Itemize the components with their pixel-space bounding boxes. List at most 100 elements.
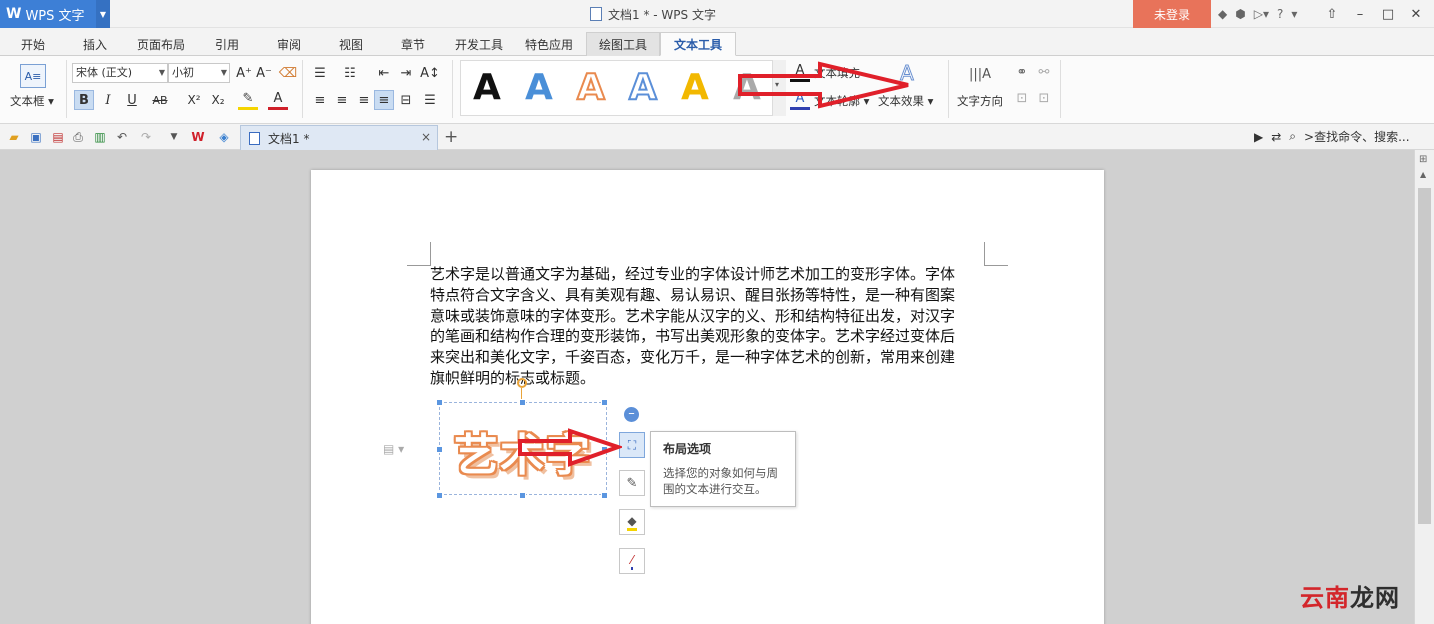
resize-handle[interactable]: [601, 399, 608, 406]
resize-handle[interactable]: [436, 492, 443, 499]
strikethrough-button[interactable]: AB: [150, 90, 170, 110]
skin-icon[interactable]: ◆: [1218, 7, 1227, 21]
style-blue[interactable]: A: [525, 67, 553, 108]
next-textbox-icon[interactable]: ⊡: [1034, 88, 1054, 108]
shrink-font-icon[interactable]: A⁻: [254, 63, 274, 83]
tab-start[interactable]: 开始: [8, 32, 58, 56]
share-icon[interactable]: ▷▾: [1254, 7, 1269, 21]
chevron-down-icon[interactable]: ▾: [1291, 7, 1297, 21]
tab-page-layout[interactable]: 页面布局: [132, 32, 190, 56]
layout-options-tooltip: 布局选项 选择您的对象如何与周围的文本进行交互。: [650, 431, 796, 507]
vertical-scrollbar[interactable]: ⊞ ▲: [1414, 150, 1434, 624]
increase-indent-icon[interactable]: ⇥: [396, 63, 416, 83]
underline-button[interactable]: U: [122, 90, 142, 110]
undo-icon[interactable]: ↶: [114, 129, 130, 145]
close-button[interactable]: ✕: [1402, 7, 1430, 22]
close-icon[interactable]: ×: [421, 130, 431, 144]
settings-hex-icon[interactable]: ⬢: [1235, 7, 1245, 21]
tab-section[interactable]: 章节: [388, 32, 438, 56]
document-tab[interactable]: 文档1 * ×: [240, 125, 438, 150]
tab-text-tools[interactable]: 文本工具: [660, 32, 736, 56]
align-left-icon[interactable]: ≡: [310, 90, 330, 110]
collapse-toolbar-button[interactable]: –: [624, 407, 639, 422]
bold-button[interactable]: B: [74, 90, 94, 110]
font-color-icon[interactable]: A: [268, 90, 288, 110]
export-pdf-icon[interactable]: ▤: [50, 129, 66, 145]
resize-handle[interactable]: [519, 492, 526, 499]
style-blue-outline[interactable]: A: [628, 66, 658, 109]
link-textbox-icon[interactable]: ⚭: [1012, 62, 1032, 82]
numbered-list-icon[interactable]: ☷: [340, 63, 360, 83]
command-search[interactable]: ▶ ⇄ ⌕ >查找命令、搜索...: [1254, 128, 1410, 145]
textbox-button[interactable]: 文本框 ▾: [10, 93, 54, 109]
scrollbar-thumb[interactable]: [1418, 188, 1431, 524]
text-direction-icon[interactable]: |||A: [966, 62, 994, 86]
resize-handle[interactable]: [519, 399, 526, 406]
translate-icon[interactable]: ⇄: [1271, 130, 1281, 144]
change-case-icon[interactable]: A↕: [420, 63, 440, 83]
italic-button[interactable]: I: [98, 90, 118, 110]
resize-handle[interactable]: [601, 492, 608, 499]
superscript-button[interactable]: X²: [184, 90, 204, 110]
tab-featured[interactable]: 特色应用: [518, 32, 580, 56]
chevron-down-icon[interactable]: ▼: [166, 129, 182, 145]
align-center-icon[interactable]: ≡: [332, 90, 352, 110]
line-spacing-icon[interactable]: ☰: [420, 90, 440, 110]
document-page[interactable]: 艺术字是以普通文字为基础，经过专业的字体设计师艺术加工的变形字体。字体 特点符合…: [311, 170, 1104, 624]
distribute-icon[interactable]: ⊟: [396, 90, 416, 110]
minimize-button[interactable]: –: [1346, 7, 1374, 22]
print-preview-icon[interactable]: ▥: [92, 129, 108, 145]
resize-handle[interactable]: [436, 446, 443, 453]
decrease-indent-icon[interactable]: ⇤: [374, 63, 394, 83]
unlink-textbox-icon[interactable]: ⚯: [1034, 62, 1054, 82]
redo-icon[interactable]: ↷: [138, 129, 154, 145]
text-direction-button[interactable]: 文字方向: [957, 93, 1003, 109]
clear-format-icon[interactable]: ⌫: [278, 63, 298, 83]
fill-button[interactable]: ◆: [619, 509, 645, 535]
maximize-button[interactable]: □: [1374, 7, 1402, 22]
scroll-up-icon[interactable]: ▲: [1420, 170, 1426, 179]
tab-drawing-tools[interactable]: 绘图工具: [586, 32, 660, 56]
save-icon[interactable]: ▣: [28, 129, 44, 145]
present-icon[interactable]: ▶: [1254, 130, 1263, 144]
tab-developer[interactable]: 开发工具: [450, 32, 508, 56]
wps-home-icon[interactable]: W: [190, 129, 206, 145]
tab-view[interactable]: 视图: [326, 32, 376, 56]
document-outline-icon[interactable]: ▤ ▾: [383, 442, 404, 456]
font-name-select[interactable]: 宋体 (正文) ▼: [72, 63, 168, 83]
textbox-icon[interactable]: A≡: [20, 64, 46, 88]
grow-font-icon[interactable]: A⁺: [234, 63, 254, 83]
tab-reference[interactable]: 引用: [202, 32, 252, 56]
separator: [302, 60, 303, 118]
style-black[interactable]: A: [473, 67, 501, 108]
login-button[interactable]: 未登录: [1133, 0, 1211, 28]
align-justify-icon[interactable]: ≡: [374, 90, 394, 110]
new-tab-button[interactable]: +: [444, 127, 458, 147]
search-input[interactable]: >查找命令、搜索...: [1304, 128, 1410, 145]
style-orange-outline[interactable]: A: [576, 66, 606, 109]
subscript-button[interactable]: X₂: [208, 90, 228, 110]
style-yellow[interactable]: A: [681, 67, 709, 108]
resize-handle[interactable]: [436, 399, 443, 406]
bullet-list-icon[interactable]: ☰: [310, 63, 330, 83]
font-size-select[interactable]: 小初 ▼: [168, 63, 230, 83]
help-button[interactable]: ?: [1277, 7, 1283, 21]
app-name: WPS 文字: [25, 8, 85, 24]
tab-insert[interactable]: 插入: [70, 32, 120, 56]
edit-shape-button[interactable]: ✎: [619, 470, 645, 496]
cloud-box-icon[interactable]: ◈: [216, 129, 232, 145]
outline-button[interactable]: ⁄: [619, 548, 645, 574]
align-right-icon[interactable]: ≡: [354, 90, 374, 110]
highlight-icon[interactable]: ✎: [238, 90, 258, 110]
rotate-handle[interactable]: [517, 378, 527, 388]
chevron-down-icon[interactable]: ▼: [96, 0, 110, 28]
split-view-icon[interactable]: ⊞: [1419, 154, 1427, 165]
wps-app-menu-button[interactable]: W WPS 文字 ▼: [0, 0, 110, 28]
pin-icon[interactable]: ⇧: [1318, 7, 1346, 22]
print-icon[interactable]: ⎙: [70, 129, 86, 145]
open-folder-icon[interactable]: ▰: [6, 129, 22, 145]
prev-textbox-icon[interactable]: ⊡: [1012, 88, 1032, 108]
body-paragraph[interactable]: 艺术字是以普通文字为基础，经过专业的字体设计师艺术加工的变形字体。字体 特点符合…: [430, 264, 986, 389]
layout-options-button[interactable]: ⛶: [619, 432, 645, 458]
tab-review[interactable]: 审阅: [264, 32, 314, 56]
